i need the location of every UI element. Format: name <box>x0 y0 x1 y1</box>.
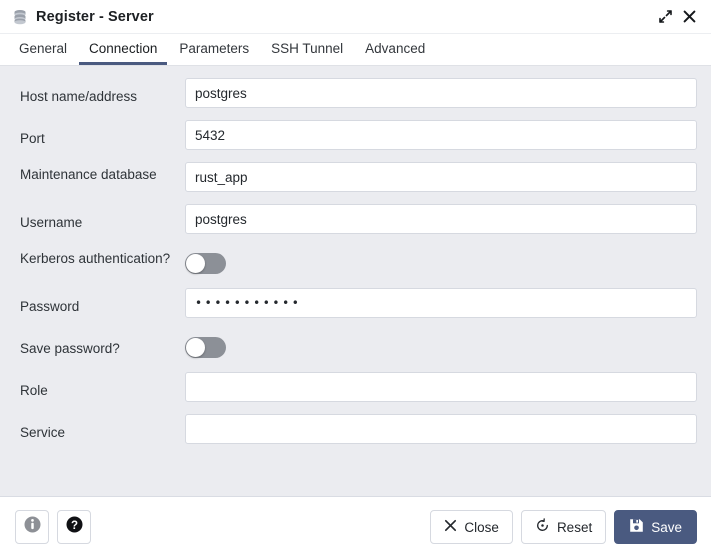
tab-connection[interactable]: Connection <box>79 34 168 65</box>
close-button-label: Close <box>464 519 499 535</box>
help-icon: ? <box>65 515 84 539</box>
username-input[interactable] <box>185 204 697 234</box>
port-input[interactable] <box>185 120 697 150</box>
dialog-footer: ? Close Reset Save <box>0 497 711 557</box>
tab-parameters[interactable]: Parameters <box>169 34 259 65</box>
maximize-icon[interactable] <box>653 5 677 29</box>
dialog-tabs: General Connection Parameters SSH Tunnel… <box>0 34 711 66</box>
role-label: Role <box>20 383 48 398</box>
save-password-toggle[interactable] <box>185 337 226 358</box>
reset-circular-arrow-icon <box>535 518 550 536</box>
host-input[interactable] <box>185 78 697 108</box>
tab-advanced[interactable]: Advanced <box>355 34 435 65</box>
toggle-knob <box>186 254 205 273</box>
port-label: Port <box>20 131 45 146</box>
role-input[interactable] <box>185 372 697 402</box>
info-icon <box>23 515 42 539</box>
toggle-knob <box>186 338 205 357</box>
field-row-save-password: Save password? <box>20 330 697 372</box>
x-icon <box>444 519 457 535</box>
help-button[interactable]: ? <box>57 510 91 544</box>
reset-button[interactable]: Reset <box>520 510 607 544</box>
floppy-disk-icon <box>629 518 644 536</box>
field-row-host: Host name/address <box>20 78 697 120</box>
info-button[interactable] <box>15 510 49 544</box>
connection-form: Host name/address Port Maintenance datab… <box>0 66 711 497</box>
maintenance-database-label: Maintenance database <box>20 167 157 182</box>
field-row-password: Password ••••••••••• <box>20 288 697 330</box>
dialog-title: Register - Server <box>36 8 154 25</box>
kerberos-authentication-toggle[interactable] <box>185 253 226 274</box>
save-button[interactable]: Save <box>614 510 697 544</box>
reset-button-label: Reset <box>556 519 593 535</box>
password-input[interactable]: ••••••••••• <box>185 288 697 318</box>
save-button-label: Save <box>651 519 682 535</box>
field-row-kerberos: Kerberos authentication? <box>20 246 697 288</box>
close-icon[interactable] <box>677 5 701 29</box>
field-row-role: Role <box>20 372 697 414</box>
save-password-label: Save password? <box>20 341 120 356</box>
tab-ssh-tunnel[interactable]: SSH Tunnel <box>261 34 353 65</box>
service-label: Service <box>20 425 66 440</box>
field-row-port: Port <box>20 120 697 162</box>
username-label: Username <box>20 215 83 230</box>
service-input[interactable] <box>185 414 697 444</box>
kerberos-authentication-label: Kerberos authentication? <box>20 251 171 266</box>
svg-text:?: ? <box>70 520 77 532</box>
password-label: Password <box>20 299 80 314</box>
field-row-username: Username <box>20 204 697 246</box>
dialog-titlebar: Register - Server <box>0 0 711 34</box>
server-icon <box>12 9 28 25</box>
tab-general[interactable]: General <box>9 34 77 65</box>
close-button[interactable]: Close <box>430 510 513 544</box>
register-server-dialog: Register - Server General Connection Par… <box>0 0 711 557</box>
field-row-service: Service <box>20 414 697 456</box>
maintenance-database-input[interactable] <box>185 162 697 192</box>
host-label: Host name/address <box>20 89 138 104</box>
field-row-maintenance-database: Maintenance database <box>20 162 697 204</box>
